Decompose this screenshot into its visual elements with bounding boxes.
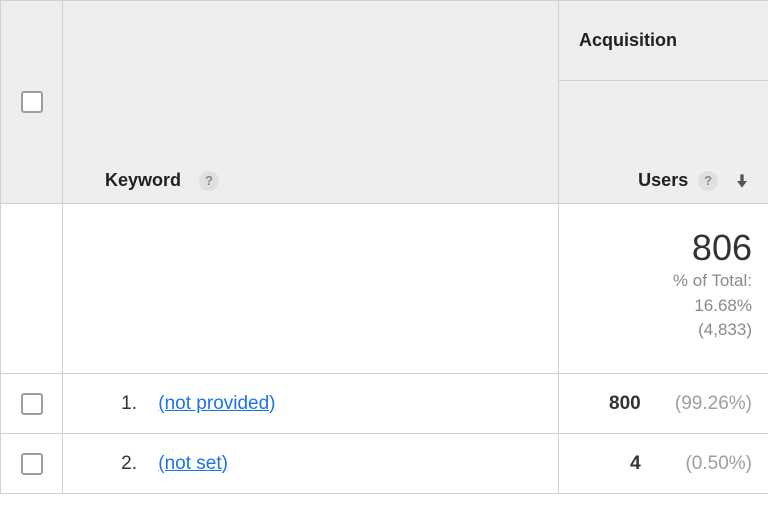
header-users-cell[interactable]: Users ?	[559, 81, 768, 204]
row-users-value: 800	[593, 393, 641, 415]
sort-down-icon[interactable]	[732, 171, 752, 191]
header-keyword-label: Keyword	[105, 170, 181, 191]
help-icon[interactable]: ?	[698, 171, 718, 191]
table-row: 2. (not set) 4 (0.50%)	[1, 434, 768, 494]
help-icon[interactable]: ?	[199, 171, 219, 191]
summary-overall-count: (4,833)	[575, 319, 752, 342]
header-acquisition-label: Acquisition	[579, 30, 677, 50]
header-check-cell	[1, 1, 63, 204]
row-users-pct: (99.26%)	[656, 393, 752, 415]
row-keyword-cell: 2. (not set)	[63, 434, 559, 494]
row-keyword-cell: 1. (not provided)	[63, 374, 559, 434]
summary-pct-label: % of Total:	[575, 270, 752, 293]
row-checkbox[interactable]	[21, 393, 43, 415]
summary-users-total: 806	[575, 228, 752, 268]
row-index: 1.	[89, 393, 137, 415]
row-checkbox[interactable]	[21, 453, 43, 475]
row-users-pct: (0.50%)	[656, 453, 752, 475]
summary-users-cell: 806 % of Total: 16.68% (4,833)	[559, 204, 768, 374]
row-check-cell	[1, 374, 63, 434]
summary-check-cell	[1, 204, 63, 374]
table-row: 1. (not provided) 800 (99.26%)	[1, 374, 768, 434]
keyword-link[interactable]: (not provided)	[158, 393, 275, 414]
keyword-link[interactable]: (not set)	[158, 453, 228, 474]
header-acquisition-cell: Acquisition	[559, 1, 768, 81]
summary-pct-value: 16.68%	[575, 295, 752, 318]
row-users-cell: 4 (0.50%)	[559, 434, 768, 494]
row-check-cell	[1, 434, 63, 494]
select-all-checkbox[interactable]	[21, 91, 43, 113]
header-keyword-cell[interactable]: Keyword ?	[63, 1, 559, 204]
row-users-cell: 800 (99.26%)	[559, 374, 768, 434]
header-users-label: Users	[638, 170, 688, 191]
keywords-table: Keyword ? Acquisition Users ? 806 % of T…	[0, 0, 768, 494]
summary-keyword-cell	[63, 204, 559, 374]
row-index: 2.	[89, 453, 137, 475]
row-users-value: 4	[593, 453, 641, 475]
